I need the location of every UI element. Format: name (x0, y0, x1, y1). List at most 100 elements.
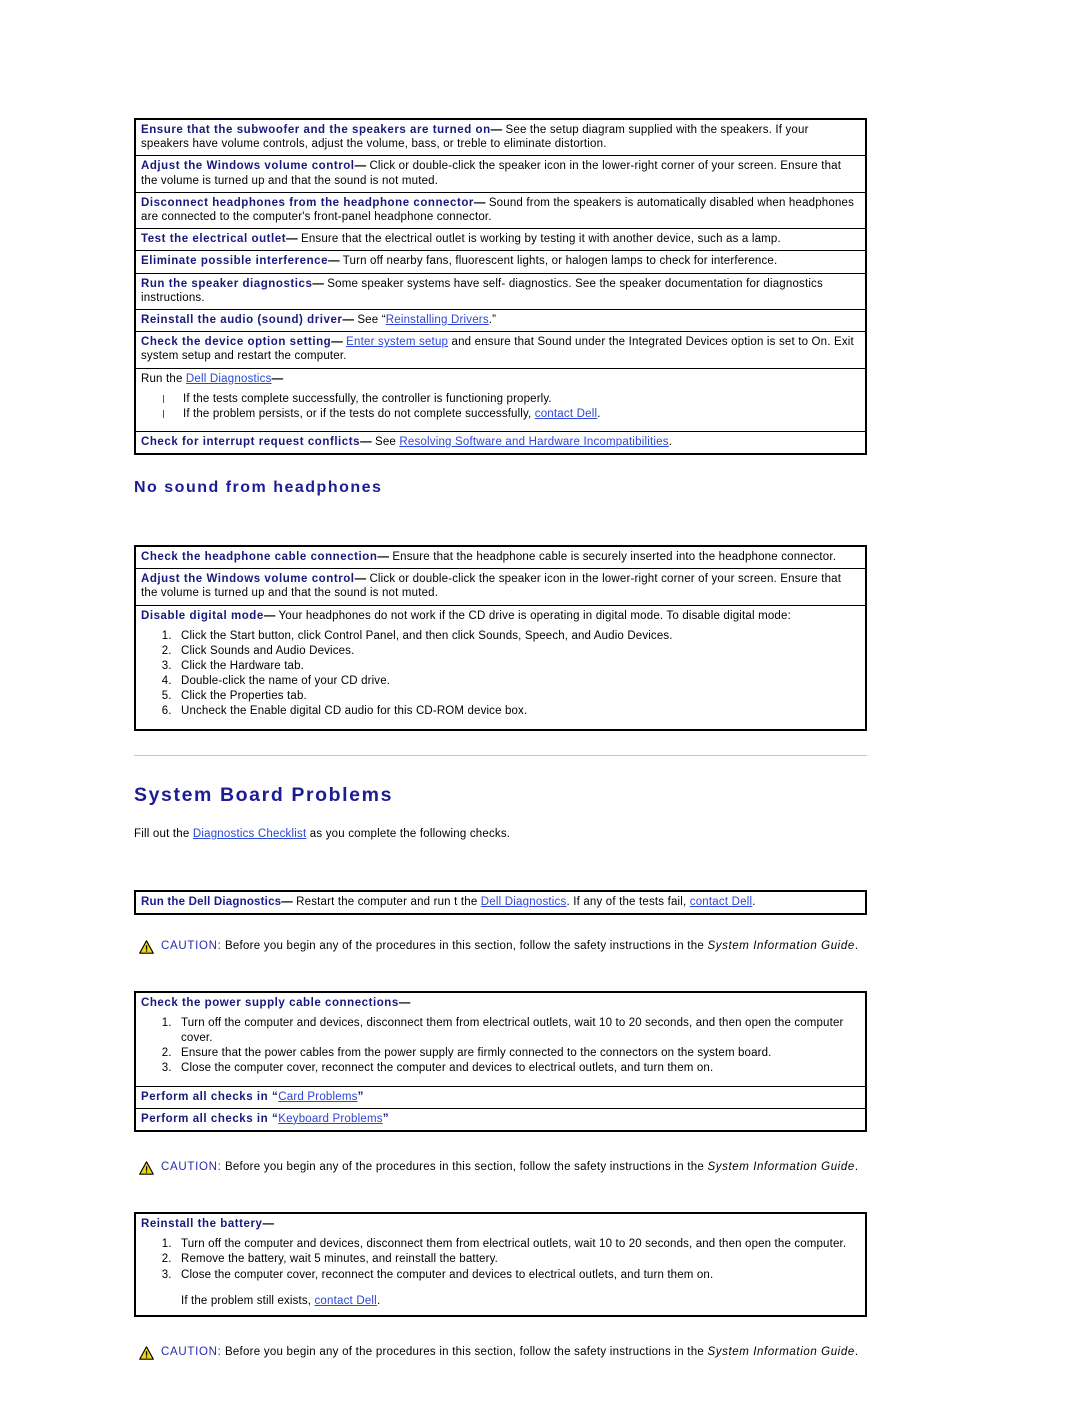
power-supply-steps: Turn off the computer and devices, disco… (141, 1016, 860, 1075)
link-diagnostics-checklist[interactable]: Diagnostics Checklist (193, 828, 307, 840)
list-item: Close the computer cover, reconnect the … (175, 1061, 860, 1076)
check-term: Ensure that the subwoofer and the speake… (141, 124, 491, 136)
check-term: Adjust the Windows volume control (141, 160, 355, 173)
check-description: Your headphones do not work if the CD dr… (275, 609, 791, 622)
battery-note-post: . (376, 1295, 381, 1308)
link-contact-dell[interactable]: contact Dell (535, 408, 597, 420)
list-item: Ensure that the power cables from the po… (175, 1046, 860, 1061)
em-dash: — (271, 372, 284, 385)
link-contact-dell[interactable]: contact Dell (314, 1295, 376, 1307)
link-enter-system-setup[interactable]: Enter system setup (346, 336, 448, 348)
check-row-interference: Eliminate possible interference— Turn of… (135, 250, 866, 274)
check-row-windows-volume: Adjust the Windows volume control— Click… (135, 155, 866, 193)
table-row: Check for interrupt request conflicts— S… (135, 430, 866, 455)
check-term: Perform all checks in “ (141, 1112, 279, 1125)
link-resolving-software-hardware-incompatibilities[interactable]: Resolving Software and Hardware Incompat… (399, 436, 668, 448)
check-term: Eliminate possible interference (141, 255, 329, 268)
table-row: Run the speaker diagnostics— Some speake… (135, 272, 866, 310)
check-description: Run the (141, 372, 186, 385)
table-row: Reinstall the battery— Turn off the comp… (135, 1213, 866, 1316)
check-row-interrupt-request-conflicts: Check for interrupt request conflicts— S… (135, 430, 866, 455)
check-description-tail: . (752, 895, 756, 908)
check-term: Check the device option setting (141, 336, 332, 349)
disable-digital-steps: Click the Start button, click Control Pa… (141, 629, 860, 719)
system-board-checks-table: Check the power supply cable connections… (134, 991, 867, 1133)
check-row-subwoofer: Ensure that the subwoofer and the speake… (135, 119, 866, 156)
caution-guide-title: System Information Guide (707, 940, 855, 953)
em-dash: — (490, 124, 503, 136)
check-description-mid: . If any of the tests fail, (566, 895, 690, 908)
check-row-speaker-diagnostics: Run the speaker diagnostics— Some speake… (135, 272, 866, 310)
warning-triangle-icon (139, 940, 154, 959)
em-dash: — (354, 573, 367, 586)
table-row: Perform all checks in “Card Problems” (135, 1085, 866, 1109)
caution-text: Before you begin any of the procedures i… (221, 1161, 708, 1174)
table-row: Adjust the Windows volume control— Click… (135, 155, 866, 193)
caution-end: . (854, 1161, 859, 1174)
caution-label: CAUTION: (161, 1161, 222, 1174)
list-item: Click the Start button, click Control Pa… (175, 629, 860, 644)
link-keyboard-problems[interactable]: Keyboard Problems (278, 1113, 382, 1125)
check-description-tail: . (668, 435, 673, 448)
check-description: Ensure that the headphone cable is secur… (388, 551, 837, 564)
table-row: Check the device option setting— Enter s… (135, 331, 866, 369)
diagnostics-checklist-intro: Fill out the Diagnostics Checklist as yo… (134, 827, 867, 842)
check-row-disconnect-headphones: Disconnect headphones from the headphone… (135, 191, 866, 229)
check-description: Ensure that the electrical outlet is wor… (297, 233, 781, 246)
reinstall-battery-steps: Turn off the computer and devices, disco… (141, 1237, 860, 1282)
table-row: Ensure that the subwoofer and the speake… (135, 119, 866, 156)
list-item-text: If the problem persists, or if the tests… (183, 408, 535, 421)
list-item-tail: . (597, 408, 601, 421)
list-item: Turn off the computer and devices, disco… (175, 1237, 860, 1252)
check-term: Reinstall the audio (sound) driver (141, 314, 343, 327)
sound-troubleshooting-table: Ensure that the subwoofer and the speake… (134, 118, 867, 456)
check-row-card-problems: Perform all checks in “Card Problems” (135, 1085, 866, 1109)
check-term: Check the power supply cable connections (141, 997, 399, 1010)
em-dash: — (377, 551, 389, 564)
check-row-device-option-setting: Check the device option setting— Enter s… (135, 331, 866, 369)
list-item: Click the Properties tab. (175, 689, 860, 704)
check-term: Perform all checks in “ (141, 1090, 279, 1103)
headphones-troubleshooting-table: Check the headphone cable connection— En… (134, 545, 867, 731)
check-term: Adjust the Windows volume control (141, 573, 355, 586)
table-row: Run the Dell Diagnostics— Restart the co… (135, 891, 866, 914)
table-row: Test the electrical outlet— Ensure that … (135, 228, 866, 251)
list-item: Remove the battery, wait 5 minutes, and … (175, 1252, 860, 1267)
caution-notice-1: CAUTION: Before you begin any of the pro… (134, 939, 867, 959)
em-dash: — (328, 255, 340, 268)
link-contact-dell[interactable]: contact Dell (690, 896, 752, 908)
table-row: Check the headphone cable connection— En… (135, 546, 866, 569)
table-row: Disable digital mode— Your headphones do… (135, 604, 866, 730)
check-row-electrical-outlet: Test the electrical outlet— Ensure that … (135, 228, 866, 251)
caution-end: . (854, 940, 859, 953)
check-term-tail: ” (382, 1112, 390, 1125)
em-dash: — (398, 997, 411, 1010)
check-row-keyboard-problems: Perform all checks in “Keyboard Problems… (135, 1107, 866, 1132)
link-dell-diagnostics[interactable]: Dell Diagnostics (186, 373, 272, 385)
caution-notice-3: CAUTION: Before you begin any of the pro… (134, 1345, 867, 1365)
em-dash: — (331, 336, 343, 349)
check-description-tail: .” (488, 314, 497, 327)
link-card-problems[interactable]: Card Problems (278, 1091, 357, 1103)
em-dash: — (286, 233, 298, 246)
list-item: Click the Hardware tab. (175, 659, 860, 674)
link-reinstalling-drivers[interactable]: Reinstalling Drivers (386, 314, 489, 326)
list-item: Click Sounds and Audio Devices. (175, 644, 860, 659)
check-term-tail: ” (357, 1090, 364, 1103)
system-board-diagnostics-table: Run the Dell Diagnostics— Restart the co… (134, 889, 867, 916)
bar-bullet-icon (163, 410, 164, 419)
list-item: Double-click the name of your CD drive. (175, 674, 860, 689)
reinstall-battery-table: Reinstall the battery— Turn off the comp… (134, 1212, 867, 1317)
caution-body: CAUTION: Before you begin any of the pro… (161, 1345, 858, 1360)
list-item: If the problem persists, or if the tests… (161, 407, 860, 423)
check-row-reinstall-battery: Reinstall the battery— Turn off the comp… (135, 1213, 866, 1316)
link-dell-diagnostics[interactable]: Dell Diagnostics (481, 896, 567, 908)
check-term: Check the headphone cable connection (141, 551, 378, 564)
